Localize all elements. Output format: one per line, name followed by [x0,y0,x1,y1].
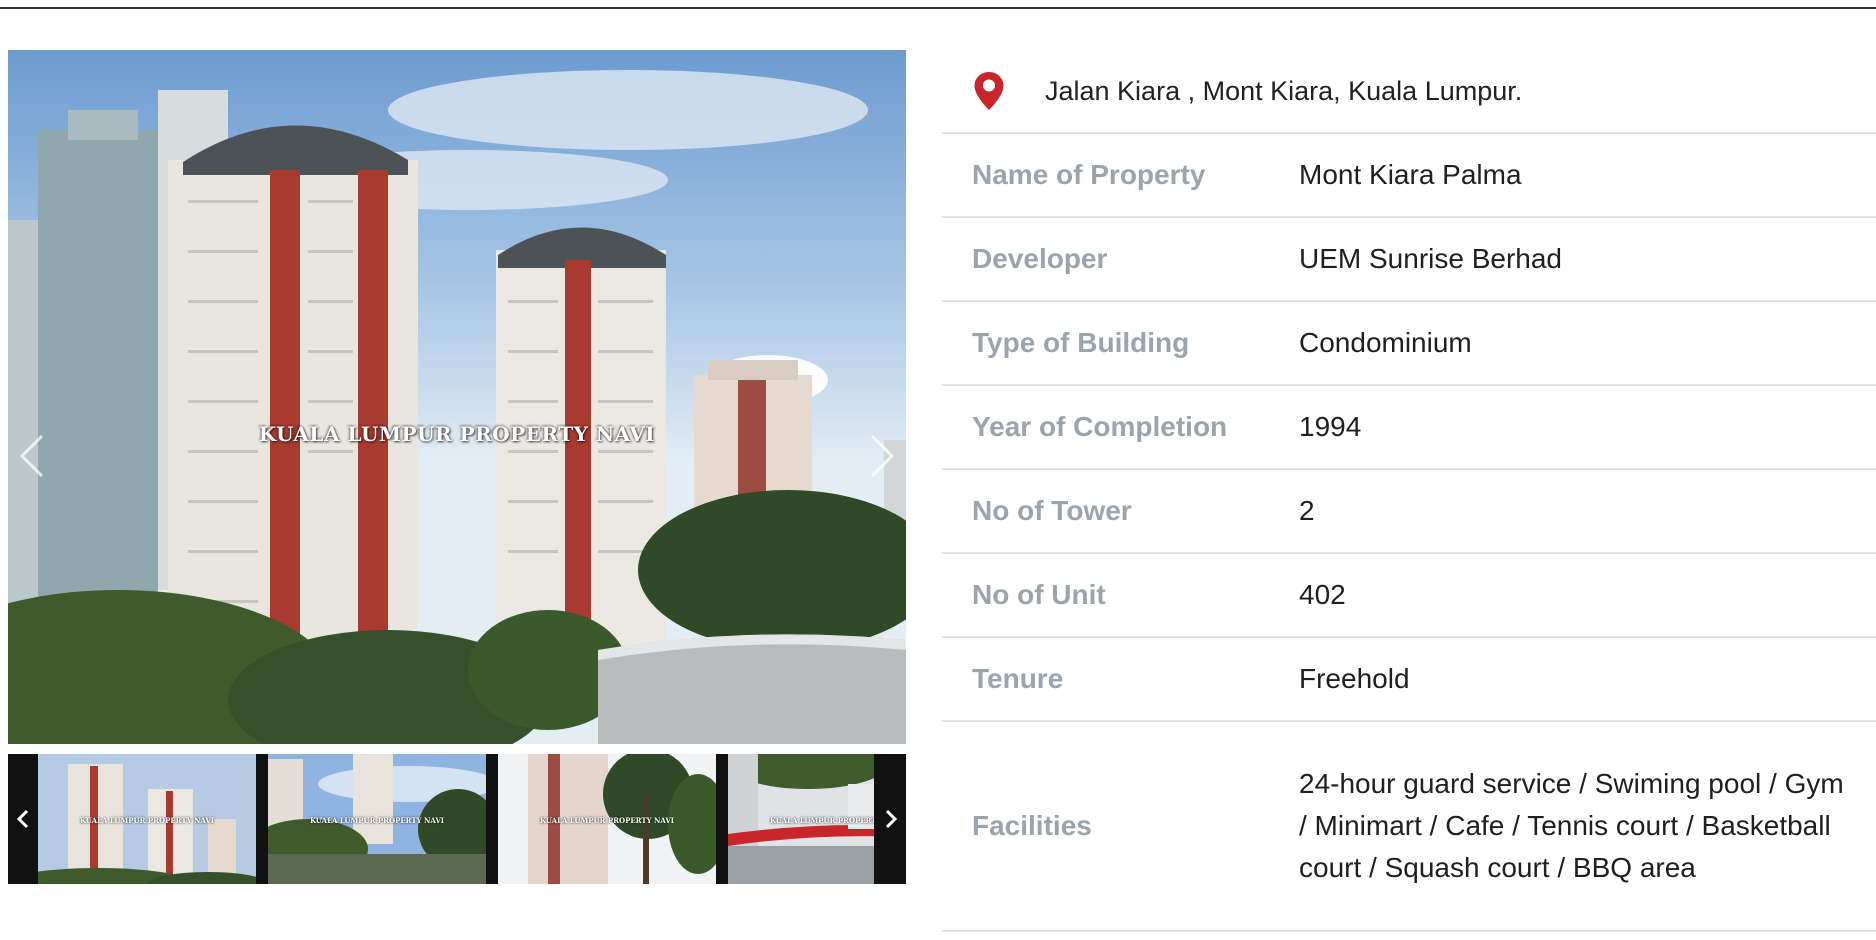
thumbnail-watermark: KUALA LUMPUR PROPERTY NAVI [769,816,874,825]
detail-value: Freehold [1299,663,1410,694]
chevron-left-icon [16,809,29,829]
thumbnail-4[interactable]: KUALA LUMPUR PROPERTY NAVI [728,754,874,884]
chevron-left-icon [19,434,44,478]
detail-label: Facilities [972,810,1092,841]
thumbnail-strip: KUALA LUMPUR PROPERTY NAVI KUALA LUMPUR … [8,754,906,884]
detail-row-tower-count: No of Tower 2 [942,470,1876,554]
detail-value: 24-hour guard service / Swiming pool / G… [1299,768,1844,883]
main-photo[interactable]: KUALA LUMPUR PROPERTY NAVI [8,50,906,744]
thumbnail-watermark: KUALA LUMPUR PROPERTY NAVI [309,816,445,825]
map-pin-icon [969,67,1009,115]
property-info-table: Jalan Kiara , Mont Kiara, Kuala Lumpur. … [942,50,1876,932]
detail-label: No of Unit [972,579,1106,610]
property-address: Jalan Kiara , Mont Kiara, Kuala Lumpur. [1045,75,1523,106]
detail-value: UEM Sunrise Berhad [1299,243,1563,274]
photo-gallery: KUALA LUMPUR PROPERTY NAVI KUALA LUMPUR … [8,50,906,884]
next-photo-button[interactable] [862,426,902,486]
detail-value: Condominium [1299,327,1472,358]
detail-label: No of Tower [972,495,1132,526]
address-row: Jalan Kiara , Mont Kiara, Kuala Lumpur. [942,50,1876,134]
detail-label: Developer [972,243,1108,274]
detail-row-developer: Developer UEM Sunrise Berhad [942,218,1876,302]
thumbnail-watermark: KUALA LUMPUR PROPERTY NAVI [79,816,215,825]
thumbnail-1[interactable]: KUALA LUMPUR PROPERTY NAVI [38,754,256,884]
detail-row-completion-year: Year of Completion 1994 [942,386,1876,470]
thumbnail-watermark: KUALA LUMPUR PROPERTY NAVI [539,816,675,825]
detail-value: Mont Kiara Palma [1299,159,1522,190]
detail-row-building-type: Type of Building Condominium [942,302,1876,386]
chevron-right-icon [870,434,895,478]
thumbnail-3[interactable]: KUALA LUMPUR PROPERTY NAVI [498,754,716,884]
thumbnail-list: KUALA LUMPUR PROPERTY NAVI KUALA LUMPUR … [38,754,874,884]
detail-value: 2 [1299,495,1315,526]
condominium-photo [8,50,906,744]
detail-label: Name of Property [972,159,1206,190]
top-divider [0,7,1876,9]
detail-row-facilities: Facilities 24-hour guard service / Swimi… [942,722,1876,932]
detail-label: Tenure [972,663,1064,694]
thumbnail-2[interactable]: KUALA LUMPUR PROPERTY NAVI [268,754,486,884]
detail-label: Year of Completion [972,411,1228,442]
detail-row-tenure: Tenure Freehold [942,638,1876,722]
previous-photo-button[interactable] [12,426,52,486]
thumbnail-next-button[interactable] [876,754,906,884]
detail-label: Type of Building [972,327,1190,358]
detail-row-unit-count: No of Unit 402 [942,554,1876,638]
detail-row-name: Name of Property Mont Kiara Palma [942,134,1876,218]
chevron-right-icon [885,809,898,829]
detail-value: 402 [1299,579,1346,610]
detail-value: 1994 [1299,411,1362,442]
thumbnail-prev-button[interactable] [8,754,38,884]
